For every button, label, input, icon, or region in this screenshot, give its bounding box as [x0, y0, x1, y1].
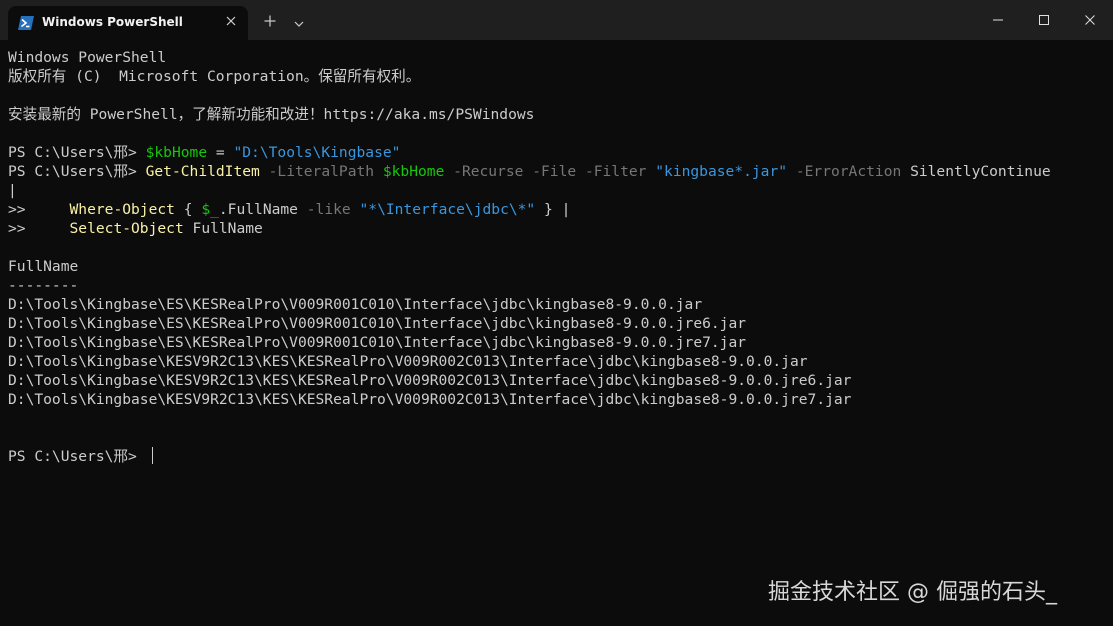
result-row: D:\Tools\Kingbase\KESV9R2C13\KES\KESReal…: [8, 353, 808, 370]
variable-token: $_: [201, 201, 219, 218]
copyright-line: 版权所有 (C) Microsoft Corporation。保留所有权利。: [8, 68, 421, 85]
prompt: PS C:\Users\邢>: [8, 448, 146, 465]
cmdlet-token: Get-ChildItem: [145, 163, 260, 180]
title-bar: Windows PowerShell: [0, 0, 1113, 40]
tab-windows-powershell[interactable]: Windows PowerShell: [8, 6, 248, 40]
text-token: .FullName: [218, 201, 307, 218]
tab-dropdown-button[interactable]: [288, 10, 310, 34]
parameter-token: -LiteralPath: [259, 163, 383, 180]
variable-token: $kbHome: [382, 163, 445, 180]
terminal-output[interactable]: Windows PowerShell 版权所有 (C) Microsoft Co…: [8, 48, 1108, 518]
tab-close-button[interactable]: [222, 14, 240, 32]
minimize-button[interactable]: [975, 0, 1021, 40]
update-notice: 安装最新的 PowerShell，了解新功能和改进！https://aka.ms…: [8, 106, 535, 123]
string-token: "*\Interface\jdbc\*": [359, 201, 536, 218]
plus-icon: [264, 15, 276, 27]
chevron-down-icon: [294, 21, 304, 27]
argument-token: FullName: [183, 220, 263, 237]
output-header: FullName: [8, 258, 79, 275]
minimize-icon: [993, 19, 1003, 21]
watermark: 掘金技术社区 @ 倔强的石头_: [768, 580, 1057, 605]
text-token: } |: [535, 201, 571, 218]
command-line-4: >> Select-Object FullName: [8, 219, 1108, 238]
operator-token: -like: [306, 201, 351, 218]
close-icon: [1085, 15, 1095, 25]
result-row: D:\Tools\Kingbase\KESV9R2C13\KES\KESReal…: [8, 391, 852, 408]
result-row: D:\Tools\Kingbase\ES\KESRealPro\V009R001…: [8, 296, 703, 313]
result-row: D:\Tools\Kingbase\KESV9R2C13\KES\KESReal…: [8, 372, 852, 389]
command-line-1: PS C:\Users\邢> $kbHome = "D:\Tools\Kingb…: [8, 143, 1108, 162]
continuation-prompt: >>: [8, 220, 70, 237]
string-token: "kingbase*.jar": [655, 163, 788, 180]
tab-title: Windows PowerShell: [42, 15, 183, 29]
prompt: PS C:\Users\邢>: [8, 144, 146, 161]
continuation-prompt: >>: [8, 201, 70, 218]
parameter-token: -ErrorAction: [787, 163, 911, 180]
prompt: PS C:\Users\邢>: [8, 163, 146, 180]
text-cursor: [151, 447, 153, 464]
close-icon: [226, 16, 236, 26]
output-separator: --------: [8, 277, 79, 294]
result-row: D:\Tools\Kingbase\ES\KESRealPro\V009R001…: [8, 334, 747, 351]
operator-token: =: [207, 144, 234, 161]
cmdlet-token: Where-Object: [69, 201, 175, 218]
pipe-line: |: [8, 182, 17, 199]
close-window-button[interactable]: [1067, 0, 1113, 40]
variable-token: $kbHome: [145, 144, 208, 161]
current-prompt-line[interactable]: PS C:\Users\邢>: [8, 447, 1108, 466]
result-row: D:\Tools\Kingbase\ES\KESRealPro\V009R001…: [8, 315, 747, 332]
new-tab-button[interactable]: [258, 10, 282, 34]
maximize-button[interactable]: [1021, 0, 1067, 40]
argument-token: SilentlyContinue: [910, 163, 1051, 180]
text-token: {: [174, 201, 202, 218]
string-token: "D:\Tools\Kingbase": [233, 144, 401, 161]
parameter-token: -Recurse -File -Filter: [444, 163, 656, 180]
maximize-icon: [1039, 15, 1049, 25]
command-line-2: PS C:\Users\邢> Get-ChildItem -LiteralPat…: [8, 162, 1108, 181]
cmdlet-token: Select-Object: [69, 220, 184, 237]
powershell-icon: [18, 16, 34, 30]
command-line-3: >> Where-Object { $_.FullName -like "*\I…: [8, 200, 1108, 219]
header-line: Windows PowerShell: [8, 49, 167, 66]
